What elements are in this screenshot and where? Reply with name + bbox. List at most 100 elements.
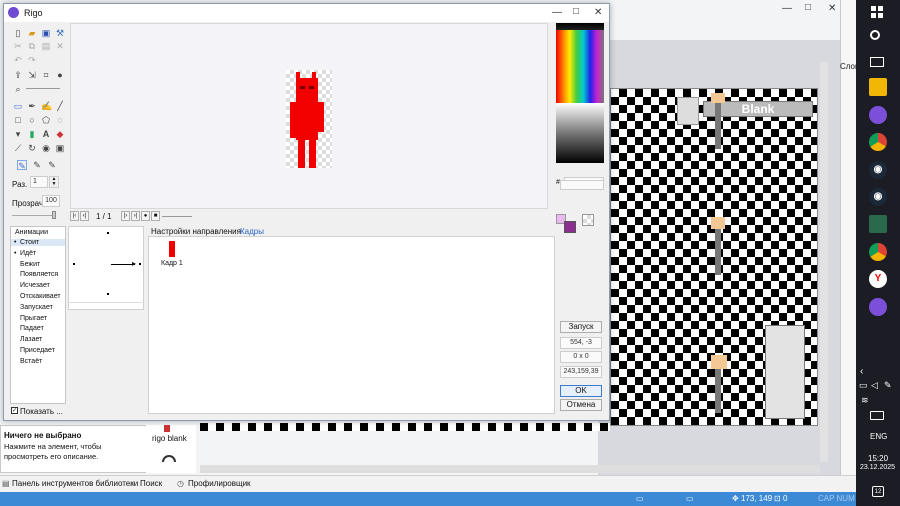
animation-item[interactable]: Падает (11, 325, 65, 332)
bucket-icon[interactable]: ▾ (13, 129, 23, 139)
play-button[interactable]: ● (141, 211, 150, 221)
animation-item[interactable]: Отскакивает (11, 293, 65, 300)
animation-item[interactable]: Лазает (11, 336, 65, 343)
text-tool-icon[interactable]: A (41, 129, 51, 139)
library-item-thumbnail[interactable]: rigo blank (146, 425, 196, 473)
vertical-scrollbar[interactable] (820, 62, 828, 462)
steam-icon[interactable]: ◉ (869, 161, 887, 179)
secondary-color-swatch[interactable] (564, 221, 576, 233)
new-file-icon[interactable]: ▯ (13, 28, 23, 38)
dropper-icon[interactable]: ⟋ (13, 143, 23, 153)
zoom-slider[interactable] (26, 88, 60, 89)
wrench-icon[interactable]: ⚒ (55, 28, 65, 38)
polygon-icon[interactable]: ⬠ (41, 115, 51, 125)
opacity-input[interactable]: 100 (42, 195, 60, 207)
show-checkbox[interactable]: ✓ (11, 407, 18, 414)
frame-thumbnail[interactable] (167, 240, 177, 258)
dialog-close-button[interactable]: ✕ (594, 7, 602, 18)
tray-chevron-icon[interactable]: ‹ (860, 366, 863, 377)
direction-point[interactable] (139, 263, 141, 265)
animation-item[interactable]: Встаёт (11, 358, 65, 365)
delete-icon[interactable]: ✕ (55, 41, 65, 51)
animation-item[interactable]: Исчезает (11, 282, 65, 289)
rectangle-icon[interactable]: □ (13, 115, 23, 125)
direction-point[interactable] (107, 232, 109, 234)
cut-icon[interactable]: ✂ (13, 41, 23, 51)
speed-slider[interactable] (162, 216, 192, 217)
tab-direction-settings[interactable]: Настройки направления (151, 227, 241, 236)
opacity-slider[interactable] (12, 215, 56, 216)
file-explorer-icon[interactable] (869, 78, 887, 96)
copy-icon[interactable]: ⧉ (27, 41, 37, 51)
opacity-slider-thumb[interactable] (52, 211, 56, 219)
dialog-maximize-button[interactable]: □ (573, 6, 579, 17)
open-folder-icon[interactable]: ▰ (27, 28, 37, 38)
fill-icon[interactable]: ● (55, 70, 65, 80)
direction-selector[interactable]: ▸ (68, 226, 144, 310)
sprite-preview-area[interactable] (70, 23, 548, 209)
color-value-field[interactable] (560, 180, 604, 190)
export-icon[interactable]: ⇲ (27, 70, 37, 80)
input-language[interactable]: ENG (870, 432, 887, 441)
hotspot-icon[interactable]: ◉ (41, 143, 51, 153)
app-icon[interactable] (869, 298, 887, 316)
last-frame-button[interactable]: ›| (131, 211, 140, 221)
brush-shape-square-icon[interactable]: ✎ (32, 160, 42, 170)
bg-maximize-button[interactable]: □ (805, 2, 811, 13)
sprite-frame-canvas[interactable] (286, 70, 332, 168)
line-icon[interactable]: ╱ (55, 101, 65, 111)
zoom-icon[interactable]: ⌕ (13, 84, 23, 94)
ok-button[interactable]: OK (560, 385, 602, 397)
cancel-button[interactable]: Отмена (560, 399, 602, 411)
layers-panel-strip[interactable] (840, 0, 856, 490)
run-button[interactable]: Запуск (560, 321, 602, 333)
eraser-icon[interactable]: ◆ (55, 129, 65, 139)
yandex-browser-icon[interactable]: Y (869, 270, 887, 288)
redo-icon[interactable]: ↷ (27, 55, 37, 65)
brush-shape-line-icon[interactable]: ✎ (47, 160, 57, 170)
lasso-icon[interactable]: ◌ (55, 115, 65, 125)
bg-minimize-button[interactable]: — (782, 3, 792, 14)
save-icon[interactable]: ▣ (41, 28, 51, 38)
size-input[interactable]: 1 (30, 176, 48, 188)
clock-date[interactable]: 23.12.2025 (860, 464, 895, 471)
crop-icon[interactable]: ⌗ (41, 70, 51, 80)
brush-shape-round-icon[interactable]: ✎ (17, 160, 27, 171)
direction-speed-slider[interactable] (68, 302, 144, 310)
bg-close-button[interactable]: ✕ (828, 3, 836, 14)
task-view-icon[interactable] (870, 57, 884, 67)
start-icon[interactable] (871, 6, 883, 18)
search-icon[interactable] (870, 30, 880, 40)
undo-icon[interactable]: ↶ (13, 55, 23, 65)
wifi-icon[interactable]: ≋ (861, 395, 869, 406)
prev-frame-button[interactable]: ‹| (80, 211, 89, 221)
direction-point[interactable] (73, 263, 75, 265)
chrome-icon[interactable] (869, 133, 887, 151)
tab-frames[interactable]: Кадры (240, 227, 264, 236)
action-point-icon[interactable]: ▣ (55, 143, 65, 153)
chrome-icon[interactable] (869, 243, 887, 261)
spray-icon[interactable]: ▮ (27, 129, 37, 139)
volume-icon[interactable]: ◁ (871, 380, 878, 391)
animation-item[interactable]: Появляется (11, 271, 65, 278)
paste-icon[interactable]: ▤ (41, 41, 51, 51)
tab-profiler[interactable]: Профилировщик (188, 479, 251, 488)
animation-item[interactable]: • Стоит (11, 239, 65, 246)
rotate-icon[interactable]: ↻ (27, 143, 37, 153)
color-palette[interactable]: # (556, 23, 606, 187)
import-icon[interactable]: ⇪ (13, 70, 23, 80)
pen-icon[interactable]: ✒ (27, 101, 37, 111)
transparent-color-swatch[interactable] (582, 214, 594, 226)
grayscale-ramp[interactable] (556, 103, 604, 163)
first-frame-button[interactable]: |‹ (70, 211, 79, 221)
keyboard-icon[interactable] (870, 411, 884, 420)
horizontal-scrollbar[interactable] (200, 465, 820, 473)
app-window-icon[interactable] (869, 215, 887, 233)
animation-item[interactable]: • Идёт (11, 250, 65, 257)
animation-item[interactable]: Бежит (11, 261, 65, 268)
animation-item[interactable]: Запускает (11, 304, 65, 311)
notifications-icon[interactable]: 12 (872, 486, 884, 497)
brush-icon[interactable]: ✍ (41, 101, 52, 111)
size-spinner[interactable]: ▲ ▼ (49, 176, 59, 188)
next-frame-button[interactable]: |› (121, 211, 130, 221)
